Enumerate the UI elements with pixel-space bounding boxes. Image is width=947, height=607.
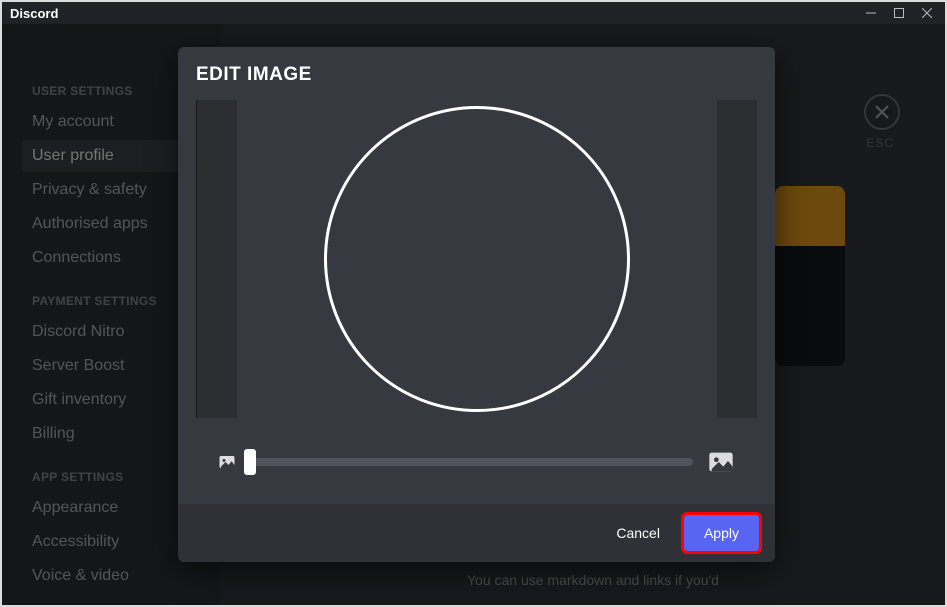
edit-image-modal: EDIT IMAGE Cancel Apply [178,47,775,562]
zoom-slider[interactable] [250,458,693,466]
titlebar: Discord [2,2,945,24]
crop-area[interactable] [196,100,757,418]
about-me-hint: You can use markdown and links if you'd [467,572,719,588]
profile-preview-card [775,186,845,366]
zoom-controls [178,418,775,504]
sidebar-item-voice-video[interactable]: Voice & video [22,560,210,592]
maximize-icon[interactable] [885,2,913,24]
esc-label: ESC [866,136,894,150]
modal-title: EDIT IMAGE [178,47,775,100]
window-controls [857,2,941,24]
profile-preview-banner [775,186,845,246]
apply-button[interactable]: Apply [684,515,759,551]
modal-footer: Cancel Apply [178,504,775,562]
app-title: Discord [10,6,58,21]
crop-circle-overlay [324,106,630,412]
image-small-icon [218,453,236,471]
minimize-icon[interactable] [857,2,885,24]
zoom-slider-thumb[interactable] [244,449,256,475]
cancel-button[interactable]: Cancel [604,515,672,551]
crop-image[interactable] [237,100,717,418]
close-icon[interactable] [913,2,941,24]
app-window: Discord USER SETTINGS My account User pr… [2,2,945,605]
image-large-icon [707,448,735,476]
close-settings-button[interactable] [864,94,900,130]
